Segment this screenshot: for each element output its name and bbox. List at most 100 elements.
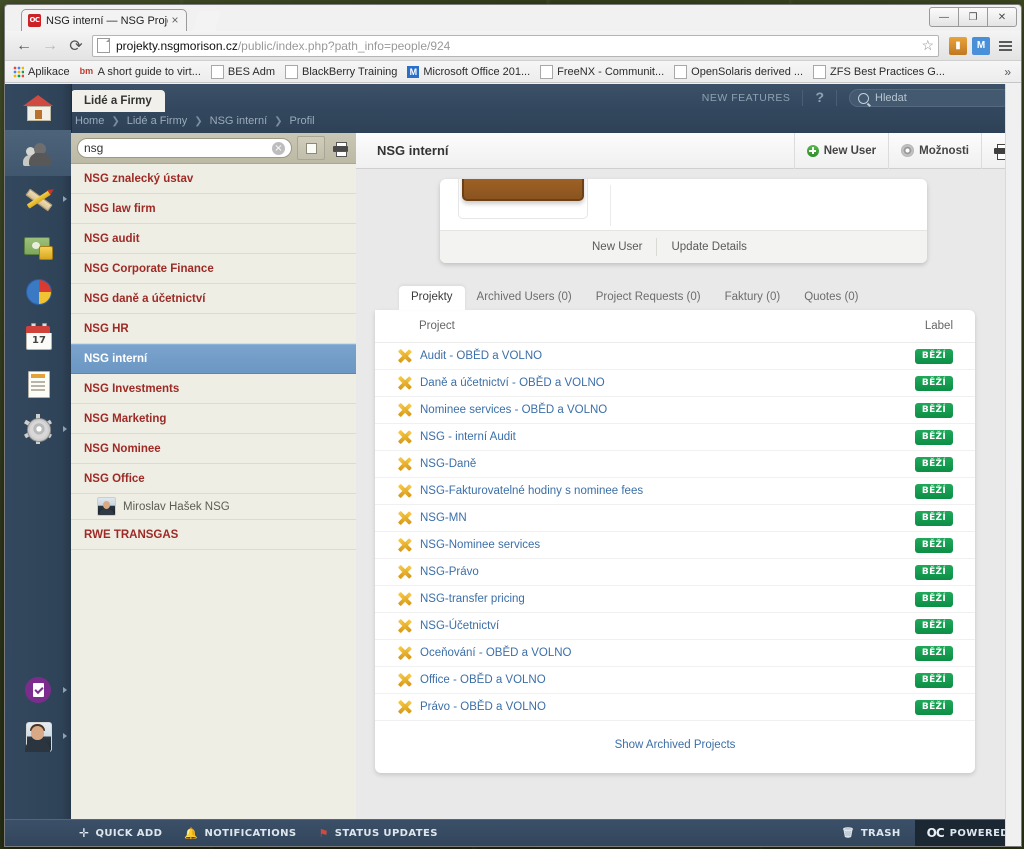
sidebar-item-company-selected[interactable]: NSG interní	[71, 344, 356, 374]
table-row[interactable]: Office - OBĚD a VOLNO BĚŽÍ	[375, 667, 975, 694]
sidebar-item-company[interactable]: NSG audit	[71, 224, 356, 254]
breadcrumb-home[interactable]: Home	[75, 115, 104, 127]
clear-icon[interactable]: ×	[272, 141, 285, 155]
bookmark-item[interactable]: OpenSolaris derived ...	[670, 64, 809, 80]
bookmark-apps[interactable]: Aplikace	[9, 65, 76, 79]
minimize-icon[interactable]: —	[929, 7, 959, 27]
project-name[interactable]: Daně a účetnictví - OBĚD a VOLNO	[420, 377, 915, 389]
card-new-user-button[interactable]: New User	[578, 238, 658, 256]
rail-item-tasks[interactable]	[5, 667, 71, 713]
table-row[interactable]: Právo - OBĚD a VOLNO BĚŽÍ	[375, 694, 975, 721]
project-name[interactable]: NSG-Fakturovatelné hodiny s nominee fees	[420, 485, 915, 497]
project-name[interactable]: NSG-Právo	[420, 566, 915, 578]
table-row[interactable]: Audit - OBĚD a VOLNO BĚŽÍ	[375, 343, 975, 370]
browser-menu-icon[interactable]	[995, 40, 1015, 51]
rail-item-money[interactable]	[5, 222, 71, 268]
bookmark-item[interactable]: FreeNX - Communit...	[536, 64, 670, 80]
tab-quotes[interactable]: Quotes (0)	[792, 286, 870, 310]
sidebar-item-company[interactable]: NSG Corporate Finance	[71, 254, 356, 284]
rail-item-people[interactable]	[5, 130, 71, 176]
table-row[interactable]: Daně a účetnictví - OBĚD a VOLNO BĚŽÍ	[375, 370, 975, 397]
tab-faktury[interactable]: Faktury (0)	[713, 286, 793, 310]
rail-item-calendar[interactable]: 17	[5, 314, 71, 360]
bookmark-item[interactable]: BlackBerry Training	[281, 64, 403, 80]
tab-project-requests[interactable]: Project Requests (0)	[584, 286, 713, 310]
bookmark-item[interactable]: M Microsoft Office 201...	[403, 65, 536, 79]
bookmarks-overflow-icon[interactable]: »	[998, 65, 1017, 79]
sidebar-item-company[interactable]: NSG Nominee	[71, 434, 356, 464]
project-name[interactable]: Oceňování - OBĚD a VOLNO	[420, 647, 915, 659]
project-name[interactable]: NSG-Daně	[420, 458, 915, 470]
rail-item-settings[interactable]	[5, 406, 71, 452]
sidebar-item-company[interactable]: NSG znalecký ústav	[71, 164, 356, 194]
bookmark-item[interactable]: ZFS Best Practices G...	[809, 64, 951, 80]
maximize-icon[interactable]: ❐	[958, 7, 988, 27]
app-tab-lide-a-firmy[interactable]: Lidé a Firmy	[71, 90, 165, 112]
bookmark-item[interactable]: BES Adm	[207, 64, 281, 80]
table-row[interactable]: Oceňování - OBĚD a VOLNO BĚŽÍ	[375, 640, 975, 667]
project-name[interactable]: NSG-Účetnictví	[420, 620, 915, 632]
card-update-details-button[interactable]: Update Details	[657, 238, 760, 256]
rail-item-tools[interactable]	[5, 176, 71, 222]
project-name[interactable]: NSG - interní Audit	[420, 431, 915, 443]
project-name[interactable]: NSG-transfer pricing	[420, 593, 915, 605]
table-row[interactable]: NSG-Daně BĚŽÍ	[375, 451, 975, 478]
close-icon[interactable]: ×	[168, 13, 182, 28]
sidebar-item-company[interactable]: NSG Marketing	[71, 404, 356, 434]
tab-projekty[interactable]: Projekty	[399, 286, 465, 310]
options-button[interactable]: Možnosti	[888, 132, 981, 169]
sidebar-item-person[interactable]: Miroslav Hašek NSG	[71, 494, 356, 520]
mail-extension-icon[interactable]: M	[972, 36, 990, 55]
forward-icon[interactable]: →	[37, 34, 63, 58]
back-icon[interactable]: ←	[11, 34, 37, 58]
table-row[interactable]: NSG-Fakturovatelné hodiny s nominee fees…	[375, 478, 975, 505]
trash-button[interactable]: 🗑 TRASH	[842, 828, 915, 839]
new-user-button[interactable]: New User	[793, 132, 888, 169]
bookmark-item[interactable]: bm A short guide to virt...	[76, 65, 207, 79]
breadcrumb-lide-a-firmy[interactable]: Lidé a Firmy	[127, 115, 188, 127]
table-row[interactable]: NSG-Účetnictví BĚŽÍ	[375, 613, 975, 640]
sidebar-item-company[interactable]: NSG daně a účetnictví	[71, 284, 356, 314]
browser-tab[interactable]: NSG interní — NSG Projec ×	[21, 9, 187, 31]
new-features-link[interactable]: NEW FEATURES	[702, 90, 804, 106]
project-name[interactable]: Office - OBĚD a VOLNO	[420, 674, 915, 686]
rail-item-account[interactable]	[5, 713, 71, 759]
view-toggle-button[interactable]	[297, 136, 325, 160]
quick-add-button[interactable]: ✛ QUICK ADD	[79, 827, 162, 839]
sidebar-item-company[interactable]: NSG Investments	[71, 374, 356, 404]
table-row[interactable]: NSG - interní Audit BĚŽÍ	[375, 424, 975, 451]
bookmark-star-icon[interactable]: ☆	[921, 37, 934, 54]
extension-icon[interactable]: ▮	[949, 36, 967, 55]
notifications-button[interactable]: 🔔 NOTIFICATIONS	[184, 827, 296, 840]
show-archived-projects-link[interactable]: Show Archived Projects	[375, 721, 975, 751]
global-search-input[interactable]: Hledat	[849, 89, 1011, 107]
help-icon[interactable]: ?	[803, 90, 837, 106]
rail-item-documents[interactable]	[5, 360, 71, 406]
table-row[interactable]: NSG-Právo BĚŽÍ	[375, 559, 975, 586]
rail-item-reports[interactable]	[5, 268, 71, 314]
address-bar[interactable]: projekty.nsgmorison.cz/public/index.php?…	[92, 34, 939, 57]
project-name[interactable]: NSG-MN	[420, 512, 915, 524]
sidebar-item-company[interactable]: NSG HR	[71, 314, 356, 344]
project-name[interactable]: Nominee services - OBĚD a VOLNO	[420, 404, 915, 416]
rail-item-home[interactable]	[5, 84, 71, 130]
sidebar-item-company[interactable]: RWE TRANSGAS	[71, 520, 356, 550]
print-list-button[interactable]	[330, 137, 350, 159]
breadcrumb-nsg-interni[interactable]: NSG interní	[210, 115, 267, 127]
sidebar-item-company[interactable]: NSG law firm	[71, 194, 356, 224]
table-row[interactable]: NSG-MN BĚŽÍ	[375, 505, 975, 532]
window-close-icon[interactable]: ✕	[987, 7, 1017, 27]
project-name[interactable]: NSG-Nominee services	[420, 539, 915, 551]
breadcrumb-profil[interactable]: Profil	[290, 115, 315, 127]
sidebar-item-company[interactable]: NSG Office	[71, 464, 356, 494]
tab-archived-users[interactable]: Archived Users (0)	[465, 286, 584, 310]
project-name[interactable]: Audit - OBĚD a VOLNO	[420, 350, 915, 362]
table-row[interactable]: NSG-transfer pricing BĚŽÍ	[375, 586, 975, 613]
browser-scrollbar[interactable]	[1005, 84, 1021, 846]
company-search-input[interactable]: nsg ×	[77, 138, 292, 158]
table-row[interactable]: Nominee services - OBĚD a VOLNO BĚŽÍ	[375, 397, 975, 424]
reload-icon[interactable]: ⟳	[63, 34, 89, 58]
status-updates-button[interactable]: ⚑ STATUS UPDATES	[319, 827, 438, 840]
new-tab-button[interactable]	[193, 11, 221, 31]
table-row[interactable]: NSG-Nominee services BĚŽÍ	[375, 532, 975, 559]
